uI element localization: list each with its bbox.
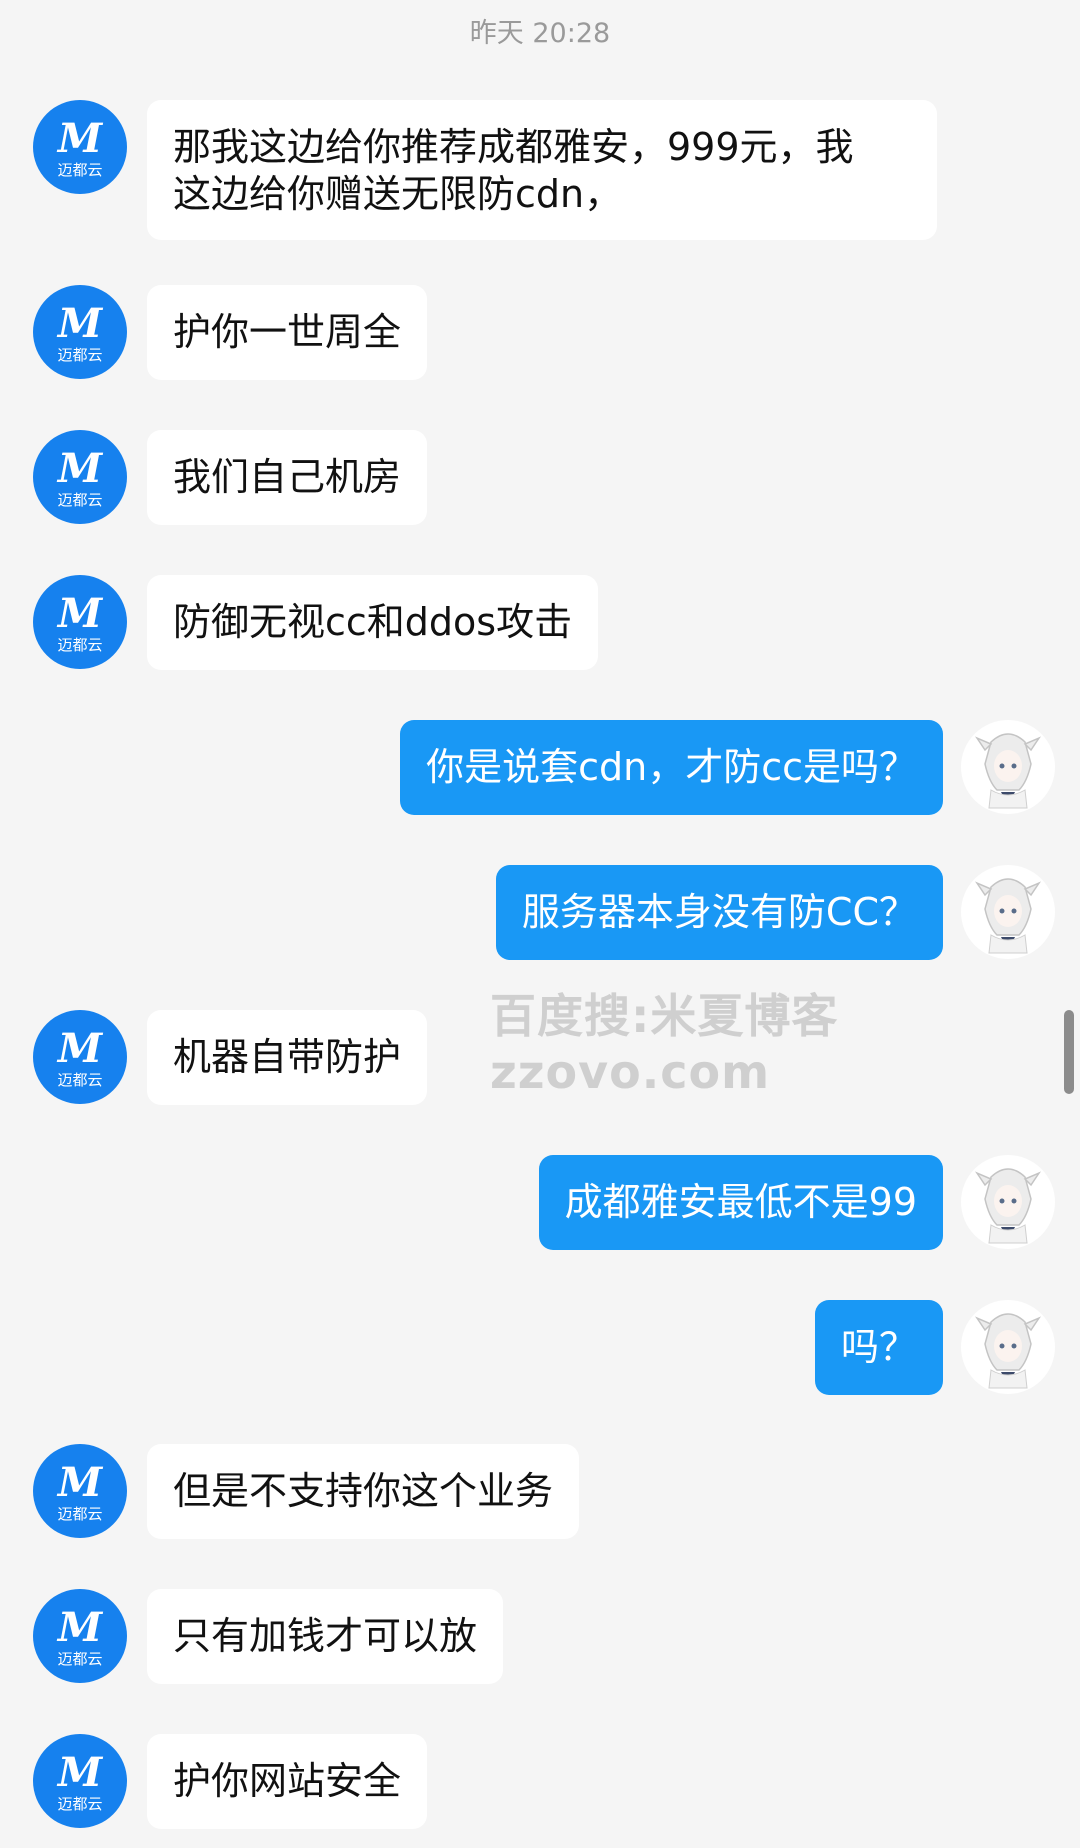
- svg-text:迈都云: 迈都云: [57, 161, 102, 179]
- message-bubble[interactable]: 那我这边给你推荐成都雅安，999元，我 这边给你赠送无限防cdn，: [147, 100, 937, 240]
- maidu-cloud-logo-icon[interactable]: M 迈都云: [33, 575, 127, 669]
- message-bubble[interactable]: 但是不支持你这个业务: [147, 1444, 580, 1539]
- message-bubble[interactable]: 服务器本身没有防CC？: [495, 865, 943, 960]
- maidu-cloud-logo-icon[interactable]: M 迈都云: [33, 1010, 127, 1104]
- message-bubble[interactable]: 只有加钱才可以放: [147, 1589, 504, 1684]
- message-bubble[interactable]: 你是说套cdn，才防cc是吗？: [400, 720, 943, 815]
- svg-text:迈都云: 迈都云: [57, 1650, 102, 1668]
- maidu-cloud-logo-icon[interactable]: M 迈都云: [33, 430, 127, 524]
- message-bubble[interactable]: 护你一世周全: [147, 285, 428, 380]
- maidu-cloud-logo-icon[interactable]: M 迈都云: [33, 285, 127, 379]
- svg-text:迈都云: 迈都云: [57, 636, 102, 654]
- anime-girl-avatar-icon[interactable]: [961, 1155, 1055, 1249]
- watermark-line: zzovo.com: [490, 1045, 771, 1099]
- chat-timestamp: 昨天 20:28: [469, 18, 611, 49]
- message-bubble[interactable]: 防御无视cc和ddos攻击: [147, 575, 599, 670]
- svg-text:M: M: [56, 1604, 104, 1651]
- maidu-cloud-logo-icon[interactable]: M 迈都云: [33, 1734, 127, 1828]
- message-bubble[interactable]: 护你网站安全: [147, 1734, 428, 1829]
- svg-text:M: M: [56, 1025, 104, 1072]
- svg-text:M: M: [56, 115, 104, 162]
- maidu-cloud-logo-icon[interactable]: M 迈都云: [33, 1444, 127, 1538]
- svg-text:迈都云: 迈都云: [57, 1071, 102, 1089]
- message-bubble[interactable]: 机器自带防护: [147, 1010, 428, 1105]
- message-bubble[interactable]: 吗？: [814, 1300, 943, 1395]
- message-bubble[interactable]: 我们自己机房: [147, 430, 428, 525]
- svg-text:迈都云: 迈都云: [57, 1505, 102, 1523]
- svg-text:M: M: [56, 1459, 104, 1506]
- anime-girl-avatar-icon[interactable]: [961, 1300, 1055, 1394]
- svg-text:M: M: [56, 1749, 104, 1796]
- watermark: 百度搜:米夏博客 zzovo.com: [490, 988, 838, 1100]
- anime-girl-avatar-icon[interactable]: [961, 865, 1055, 959]
- svg-text:迈都云: 迈都云: [57, 346, 102, 364]
- message-bubble[interactable]: 成都雅安最低不是99: [538, 1155, 943, 1250]
- watermark-line: 百度搜:米夏博客: [490, 989, 839, 1043]
- anime-girl-avatar-icon[interactable]: [961, 720, 1055, 814]
- svg-text:迈都云: 迈都云: [57, 1795, 102, 1813]
- svg-text:迈都云: 迈都云: [57, 491, 102, 509]
- svg-text:M: M: [56, 590, 104, 637]
- svg-text:M: M: [56, 300, 104, 347]
- maidu-cloud-logo-icon[interactable]: M 迈都云: [33, 100, 127, 194]
- svg-text:M: M: [56, 445, 104, 492]
- scrollbar-thumb[interactable]: [1064, 1010, 1074, 1094]
- maidu-cloud-logo-icon[interactable]: M 迈都云: [33, 1589, 127, 1683]
